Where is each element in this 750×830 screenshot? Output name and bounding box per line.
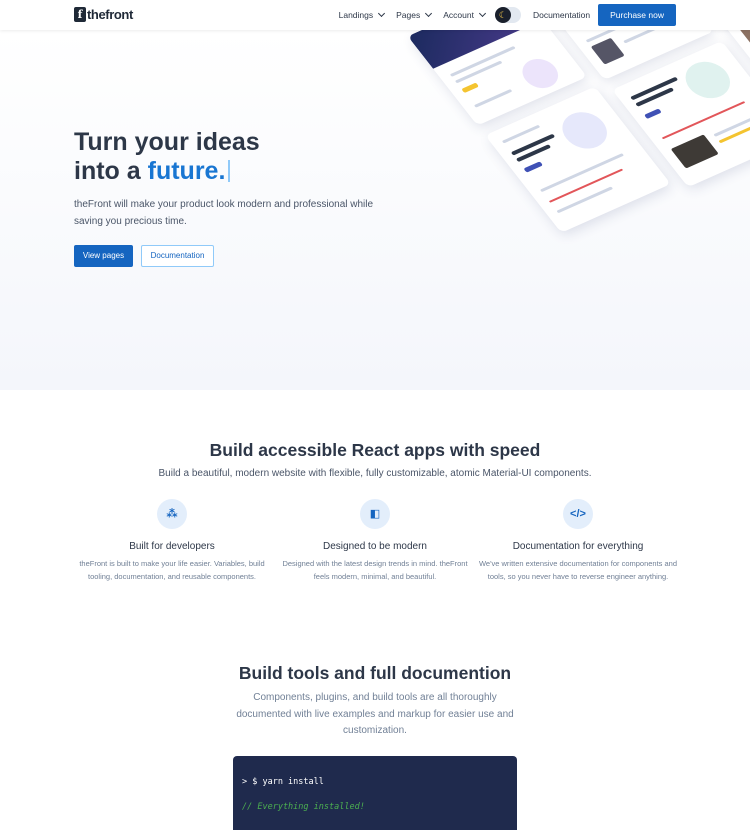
hero-title-line2: into a future. [74, 157, 260, 186]
hero-title-accent: future. [147, 157, 226, 185]
top-navbar: f thefront Landings Pages Account ☾ Docu… [0, 0, 750, 30]
feature-developers: ⁂ Built for developers theFront is built… [72, 499, 272, 583]
nav-pages[interactable]: Pages [396, 9, 433, 20]
hero-subtitle: theFront will make your product look mod… [74, 199, 374, 227]
code-block: > $ yarn install // Everything installed… [233, 756, 517, 830]
tools-title: Build tools and full documention [238, 663, 512, 683]
nav-account[interactable]: Account [443, 9, 486, 20]
theme-toggle[interactable]: ☾ [494, 7, 521, 23]
logo-text: thefront [87, 7, 133, 22]
hero-title-prefix: into a [74, 157, 141, 185]
feature-documentation: </> Documentation for everything We've w… [478, 499, 678, 583]
chevron-down-icon [478, 9, 486, 18]
nav-account-label: Account [443, 10, 474, 20]
hero-title: Turn your ideas into a future. [74, 128, 260, 186]
documentation-button[interactable]: Documentation [141, 245, 214, 267]
chevron-down-icon [425, 9, 433, 18]
page-mockups-collage [395, 30, 750, 369]
feature-description: Designed with the latest design trends i… [282, 559, 468, 581]
tools-subtitle: Components, plugins, and build tools are… [236, 692, 514, 736]
layout-icon: ◧ [360, 499, 390, 529]
cursor-click-icon: ⁂ [157, 499, 187, 529]
features-subtitle: Build a beautiful, modern website with f… [158, 468, 592, 479]
purchase-button[interactable]: Purchase now [598, 4, 676, 26]
hero-title-line1: Turn your ideas [74, 128, 260, 156]
nav-documentation[interactable]: Documentation [533, 10, 590, 20]
feature-title: Designed to be modern [323, 541, 427, 552]
moon-icon: ☾ [494, 7, 511, 23]
view-pages-button[interactable]: View pages [74, 245, 133, 267]
main-nav: Landings Pages Account ☾ Documentation P… [327, 4, 676, 26]
nav-landings[interactable]: Landings [338, 9, 386, 20]
code-command: > $ yarn install [242, 777, 324, 787]
typing-caret [228, 160, 230, 182]
logo-mark: f [74, 7, 86, 22]
feature-modern: ◧ Designed to be modern Designed with th… [275, 499, 475, 583]
nav-pages-label: Pages [396, 10, 421, 20]
chevron-down-icon [378, 9, 386, 18]
feature-title: Documentation for everything [512, 541, 644, 552]
nav-landings-label: Landings [338, 10, 374, 20]
feature-description: We've written extensive documentation fo… [478, 559, 678, 581]
feature-title: Built for developers [129, 541, 215, 552]
code-icon: </> [563, 499, 593, 529]
logo[interactable]: f thefront [74, 7, 133, 22]
features-title: Build accessible React apps with speed [209, 440, 541, 460]
code-comment: // Everything installed! [242, 802, 365, 812]
feature-description: theFront is built to make your life easi… [79, 559, 265, 581]
